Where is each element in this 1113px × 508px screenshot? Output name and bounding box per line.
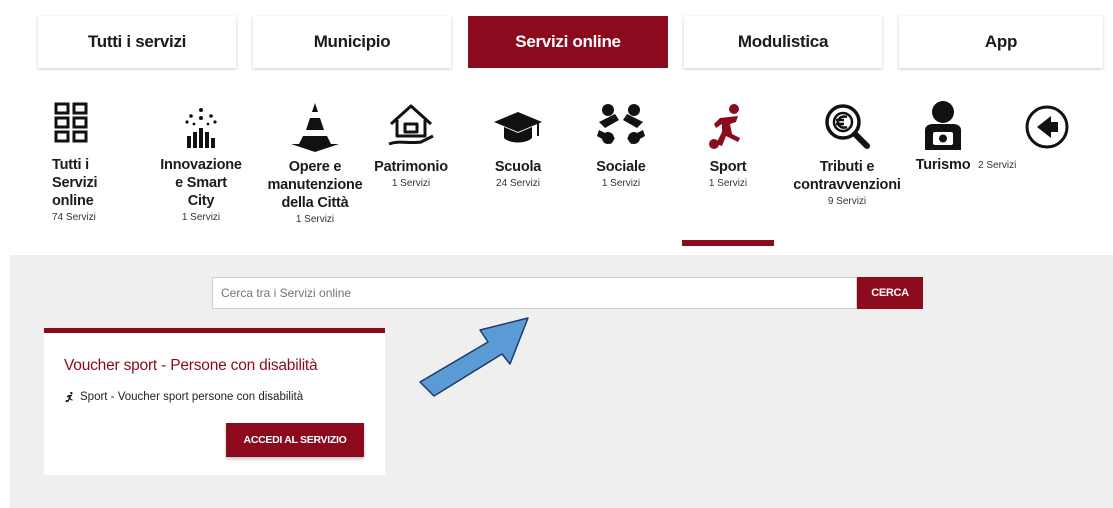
category-label: Servizi: [52, 175, 98, 191]
category-turismo[interactable]: Turismo: [912, 100, 974, 174]
category-label: Tributi e: [819, 159, 875, 175]
active-category-indicator: [682, 240, 774, 246]
category-label: e Smart: [175, 175, 227, 191]
tab-municipio[interactable]: Municipio: [253, 16, 451, 68]
category-label: Scuola: [494, 159, 542, 175]
category-label: Sport: [709, 159, 747, 175]
house-hand-icon: [388, 104, 434, 146]
service-card-title[interactable]: Voucher sport - Persone con disabilità: [64, 357, 318, 375]
tab-label: App: [984, 32, 1018, 51]
tab-modulistica[interactable]: Modulistica: [684, 16, 882, 68]
magnifier-euro-icon: [825, 104, 870, 149]
tab-app[interactable]: App: [899, 16, 1103, 68]
category-innovazione[interactable]: Innovazione e Smart City 1 Servizi: [154, 100, 248, 223]
category-scuola[interactable]: Scuola 24 Servizi: [478, 100, 558, 189]
category-label: contravvenzioni: [793, 177, 901, 193]
category-label: online: [52, 193, 94, 209]
tab-label: Municipio: [313, 32, 391, 51]
tab-label: Modulistica: [737, 32, 829, 51]
tourist-camera-icon: [925, 101, 961, 150]
category-count: 9 Servizi: [827, 196, 867, 207]
service-card-category: Sport - Voucher sport persone con disabi…: [80, 391, 304, 403]
category-tributi[interactable]: Tributi e contravvenzioni 9 Servizi: [783, 100, 911, 207]
category-label: manutenzione: [267, 177, 363, 193]
people-circle-icon: [597, 104, 645, 144]
category-count: 1 Servizi: [601, 178, 641, 189]
category-sport[interactable]: Sport 1 Servizi: [690, 100, 766, 189]
search-button[interactable]: CERCA: [857, 277, 923, 309]
category-label: Patrimonio: [374, 159, 448, 175]
category-count: 1 Servizi: [181, 212, 221, 223]
tab-label: Servizi online: [515, 32, 621, 51]
tab-tutti-i-servizi[interactable]: Tutti i servizi: [38, 16, 236, 68]
service-card-subtitle: Sport - Voucher sport persone con disabi…: [64, 391, 303, 403]
soccer-player-icon: [65, 391, 73, 403]
service-card: Voucher sport - Persone con disabilità S…: [44, 328, 385, 475]
category-label: Sociale: [596, 159, 646, 175]
tab-label: Tutti i servizi: [87, 32, 187, 51]
category-count: 1 Servizi: [391, 178, 431, 189]
category-label: Opere e: [288, 159, 342, 175]
category-label: Tutti i: [52, 157, 89, 173]
smart-city-icon: [185, 108, 217, 148]
category-count: 1 Servizi: [708, 178, 748, 189]
category-sociale[interactable]: Sociale 1 Servizi: [582, 100, 660, 189]
category-count: 24 Servizi: [496, 178, 540, 189]
traffic-cone-icon: [291, 103, 339, 152]
soccer-player-icon: [709, 104, 740, 149]
grid-icon: [54, 102, 88, 143]
annotation-arrow-icon: [419, 317, 529, 397]
category-patrimonio[interactable]: Patrimonio 1 Servizi: [366, 100, 456, 189]
category-label: City: [187, 193, 215, 209]
search-input[interactable]: [212, 277, 857, 309]
category-opere[interactable]: Opere e manutenzione della Città 1 Servi…: [260, 100, 370, 225]
category-label: della Città: [281, 195, 349, 211]
category-count: 1 Servizi: [295, 214, 335, 225]
category-count: 74 Servizi: [52, 212, 96, 223]
scroll-back-button[interactable]: [1024, 104, 1070, 155]
access-service-button[interactable]: ACCEDI AL SERVIZIO: [226, 423, 364, 457]
category-label: Innovazione: [160, 157, 242, 173]
category-label: Turismo: [915, 157, 971, 173]
back-arrow-icon: [1025, 105, 1069, 149]
tab-servizi-online[interactable]: Servizi online: [468, 16, 668, 68]
graduation-cap-icon: [494, 112, 542, 143]
category-tutti-i-servizi[interactable]: Tutti i Servizi online 74 Servizi: [52, 100, 114, 223]
category-count: 2 Servizi: [978, 160, 1017, 171]
